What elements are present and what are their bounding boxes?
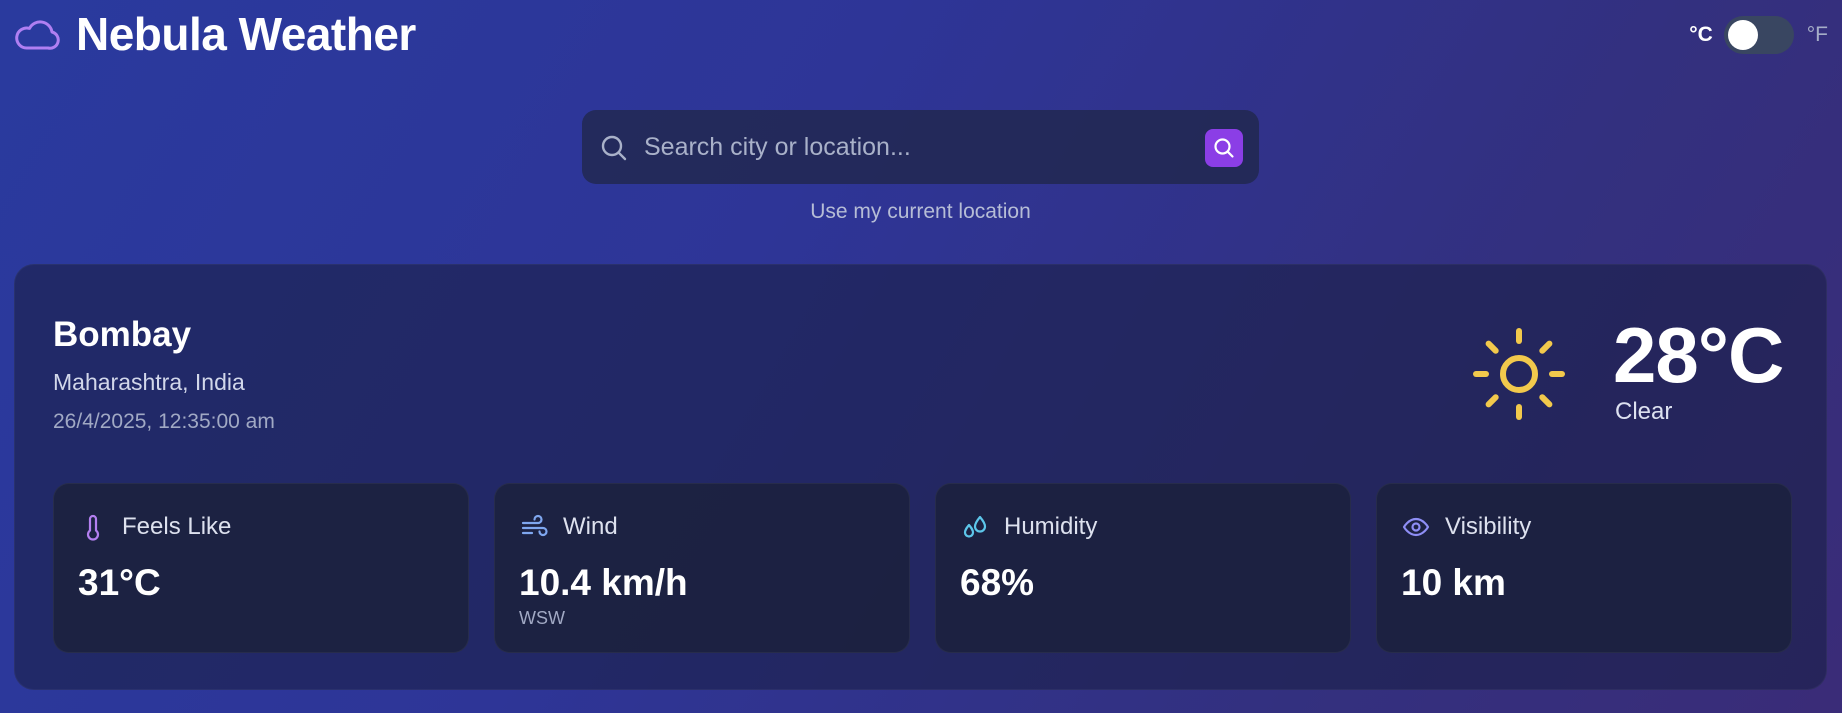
- weather-condition: Clear: [1615, 398, 1673, 425]
- stat-label: Humidity: [1004, 513, 1098, 540]
- current-weather-card: Bombay Maharashtra, India 26/4/2025, 12:…: [14, 264, 1827, 690]
- sun-icon: [1473, 328, 1565, 420]
- stat-card-humidity: Humidity 68%: [935, 483, 1351, 653]
- app-logo: Nebula Weather: [14, 8, 416, 60]
- stat-value: 10 km: [1401, 562, 1506, 603]
- search-icon: [601, 135, 627, 161]
- search-button[interactable]: [1205, 129, 1243, 167]
- wind-direction: WSW: [519, 608, 565, 628]
- current-temperature: 28°C: [1613, 311, 1784, 399]
- search-bar: [582, 110, 1259, 184]
- search-input[interactable]: [644, 124, 1174, 170]
- eye-icon: [1402, 517, 1430, 537]
- unit-toggle: °C °F: [1689, 16, 1828, 54]
- cloud-icon: [15, 20, 60, 50]
- stat-value: 31°C: [78, 562, 161, 603]
- stat-card-visibility: Visibility 10 km: [1376, 483, 1792, 653]
- stat-label: Feels Like: [122, 513, 232, 540]
- city-name: Bombay: [53, 315, 192, 354]
- app-title: Nebula Weather: [76, 8, 416, 60]
- stat-label: Visibility: [1445, 513, 1532, 540]
- fahrenheit-label[interactable]: °F: [1807, 23, 1828, 47]
- stat-value: 68%: [960, 562, 1035, 603]
- celsius-label[interactable]: °C: [1689, 23, 1713, 47]
- thermometer-icon: [86, 514, 100, 541]
- unit-toggle-switch[interactable]: [1723, 16, 1794, 54]
- toggle-knob: [1727, 20, 1758, 50]
- droplets-icon: [963, 515, 987, 538]
- stat-value: 10.4 km/h: [519, 562, 688, 603]
- local-datetime: 26/4/2025, 12:35:00 am: [53, 410, 275, 433]
- stat-card-feels-like: Feels Like 31°C: [53, 483, 469, 653]
- app-header: Nebula Weather °C °F: [0, 0, 1842, 70]
- region-name: Maharashtra, India: [53, 369, 245, 395]
- wind-icon: [521, 514, 548, 537]
- stat-card-wind: Wind 10.4 km/h WSW: [494, 483, 910, 653]
- use-current-location-link[interactable]: Use my current location: [582, 200, 1259, 224]
- stat-label: Wind: [563, 513, 618, 540]
- search-button-icon: [1214, 138, 1234, 158]
